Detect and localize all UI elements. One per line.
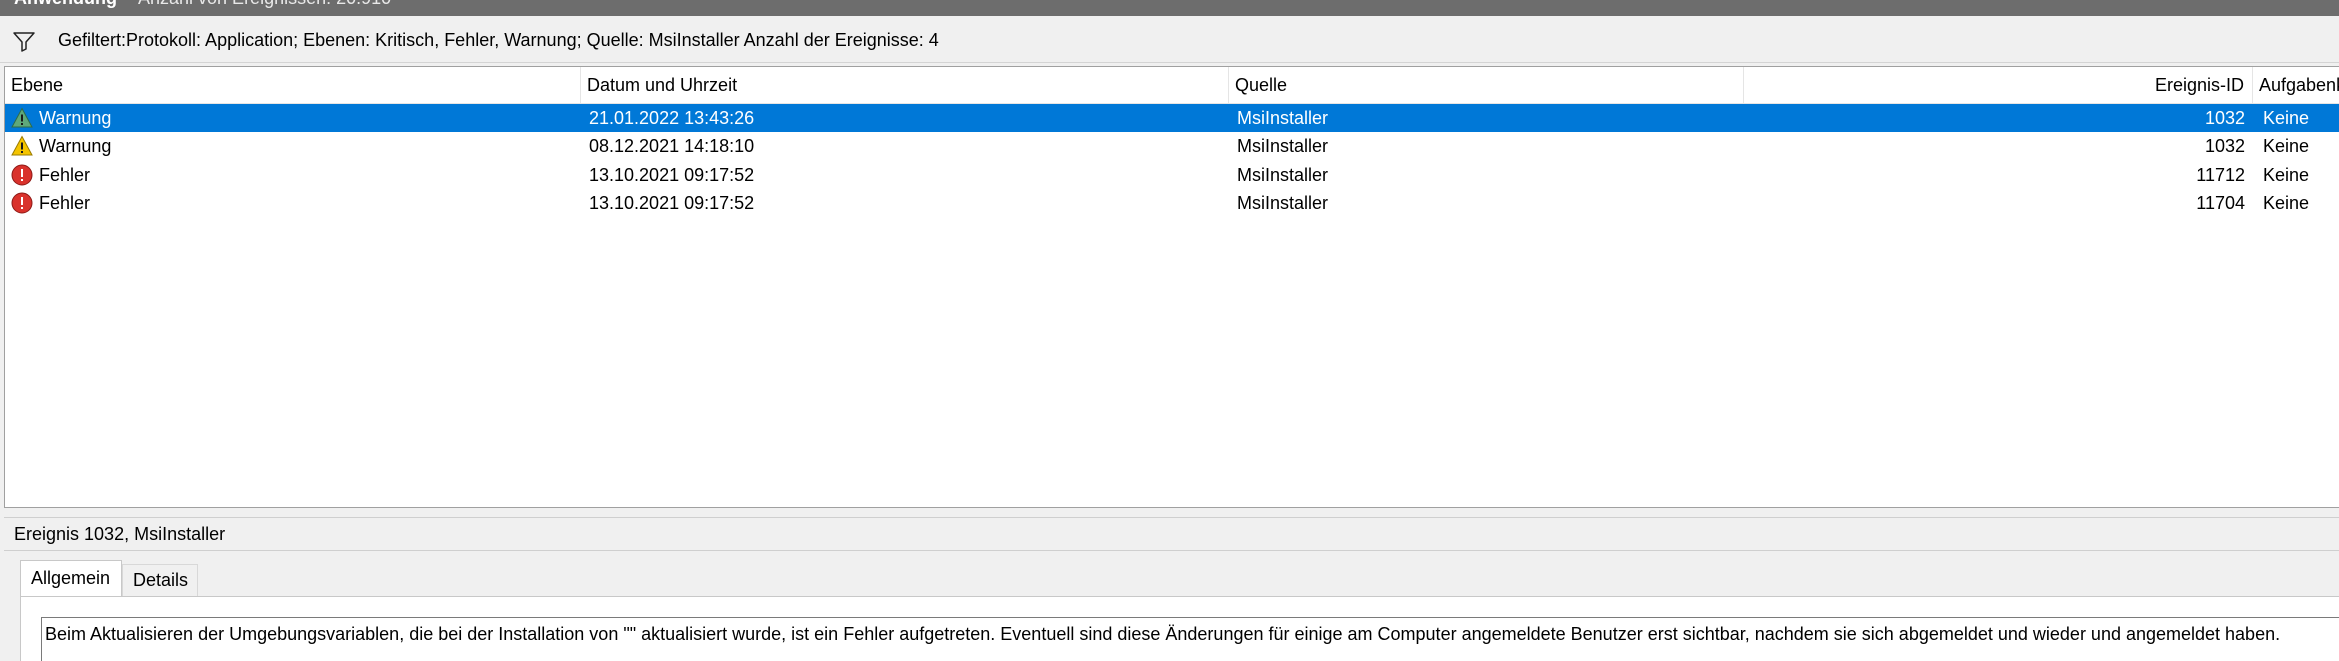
table-row[interactable]: Warnung 08.12.2021 14:18:10 MsiInstaller… (5, 132, 2339, 160)
filter-description: Gefiltert:Protokoll: Application; Ebenen… (58, 30, 939, 50)
tab-allgemein[interactable]: Allgemein (20, 560, 122, 597)
source-cell: MsiInstaller (1237, 108, 1329, 128)
datetime-cell: 13.10.2021 09:17:52 (589, 192, 755, 213)
filter-bar: Gefiltert:Protokoll: Application; Ebenen… (0, 20, 2339, 63)
event-detail-title-bar: Ereignis 1032, MsiInstaller (4, 517, 2339, 551)
filter-icon (12, 29, 36, 53)
level-text: Fehler (39, 192, 91, 213)
detail-tabs: Allgemein Details (4, 560, 2339, 597)
task-category-cell: Keine (2263, 108, 2310, 128)
column-header-ereignis-id[interactable]: Ereignis-ID (1744, 67, 2253, 103)
column-header-ebene[interactable]: Ebene (5, 67, 581, 103)
event-list-header: Ebene Datum und Uhrzeit Quelle Ereignis-… (5, 67, 2339, 104)
task-category-cell: Keine (2263, 136, 2310, 157)
source-cell: MsiInstaller (1237, 136, 1329, 157)
source-cell: MsiInstaller (1237, 192, 1329, 213)
event-rows: Warnung 21.01.2022 13:43:26 MsiInstaller… (5, 104, 2339, 217)
column-header-quelle[interactable]: Quelle (1229, 67, 1744, 103)
datetime-cell: 13.10.2021 09:17:52 (589, 164, 755, 185)
task-category-cell: Keine (2263, 164, 2310, 185)
event-viewer-window: Anwendung Anzahl von Ereignissen: 20.910… (0, 0, 2339, 661)
event-id-cell: 1032 (2204, 108, 2245, 128)
datetime-cell: 08.12.2021 14:18:10 (589, 136, 755, 157)
event-id-cell: 1032 (2204, 136, 2245, 157)
error-icon (11, 192, 33, 214)
task-category-cell: Keine (2263, 192, 2310, 213)
tab-details[interactable]: Details (122, 564, 198, 596)
column-header-datum[interactable]: Datum und Uhrzeit (581, 67, 1229, 103)
level-text: Fehler (39, 164, 91, 185)
event-id-cell: 11704 (2196, 192, 2245, 213)
table-row[interactable]: Warnung 21.01.2022 13:43:26 MsiInstaller… (5, 104, 2339, 133)
event-list[interactable]: Ebene Datum und Uhrzeit Quelle Ereignis-… (4, 66, 2339, 508)
datetime-cell: 21.01.2022 13:43:26 (589, 108, 755, 128)
log-header-strip: Anwendung Anzahl von Ereignissen: 20.910 (0, 0, 2339, 16)
warning-icon (11, 135, 33, 157)
level-text: Warnung (39, 108, 112, 128)
column-header-aufgabenkategorie[interactable]: Aufgabenkategorie (2253, 67, 2339, 103)
table-row[interactable]: Fehler 13.10.2021 09:17:52 MsiInstaller … (5, 161, 2339, 189)
log-name: Anwendung (14, 0, 117, 9)
table-row[interactable]: Fehler 13.10.2021 09:17:52 MsiInstaller … (5, 189, 2339, 217)
warning-icon (11, 107, 33, 129)
event-count: Anzahl von Ereignissen: 20.910 (138, 0, 391, 9)
source-cell: MsiInstaller (1237, 164, 1329, 185)
event-description-box[interactable]: Beim Aktualisieren der Umgebungsvariable… (41, 617, 2339, 661)
event-id-cell: 11712 (2196, 164, 2245, 185)
level-text: Warnung (39, 136, 112, 157)
event-description-text: Beim Aktualisieren der Umgebungsvariable… (45, 624, 2281, 644)
event-detail-title: Ereignis 1032, MsiInstaller (14, 524, 226, 544)
detail-tab-content: Beim Aktualisieren der Umgebungsvariable… (20, 596, 2339, 661)
error-icon (11, 164, 33, 186)
